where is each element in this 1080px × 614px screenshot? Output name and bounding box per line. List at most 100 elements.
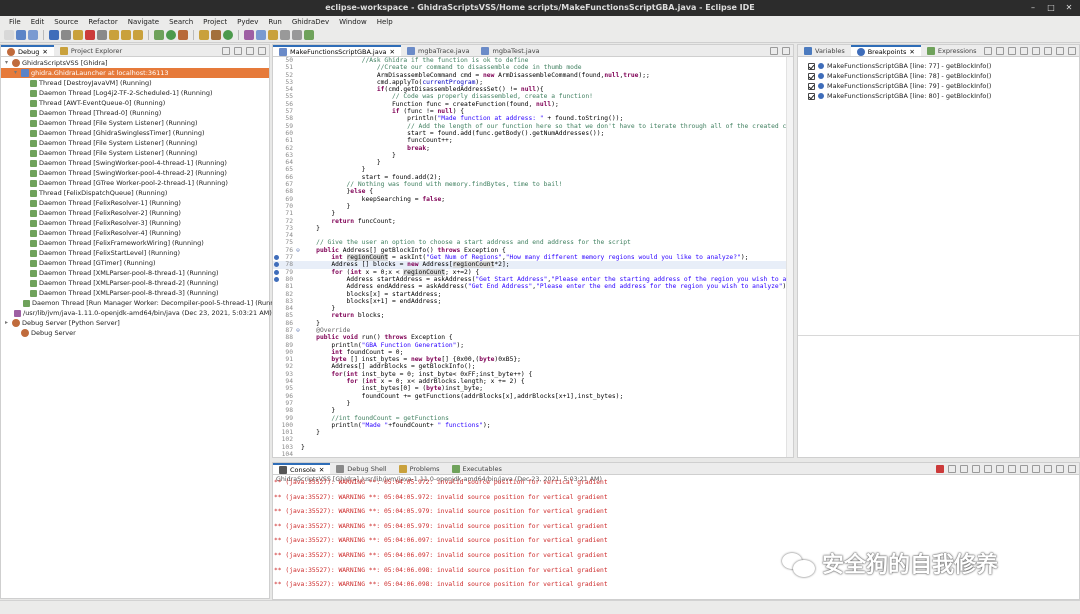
resume-icon[interactable]	[61, 30, 71, 40]
remove-launch-icon[interactable]	[948, 465, 956, 473]
debug-tree-item[interactable]: ▾ GhidraScriptsVSS [Ghidra]	[1, 58, 269, 68]
minimize-icon[interactable]: –	[1028, 0, 1038, 16]
maximize-icon[interactable]: □	[1046, 0, 1056, 16]
code-line[interactable]: 51 //Create our command to disassemble c…	[273, 64, 793, 71]
debug-tree-item[interactable]: Daemon Thread [File System Listener] (Ru…	[1, 148, 269, 158]
code-line[interactable]: 65 }	[273, 166, 793, 173]
debug-tree-item[interactable]: Daemon Thread [FelixResolver-2] (Running…	[1, 208, 269, 218]
debug-tree-item[interactable]: Daemon Thread [FelixResolver-4] (Running…	[1, 228, 269, 238]
menu-help[interactable]: Help	[372, 16, 398, 28]
code-line[interactable]: 66 start = found.add(2);	[273, 174, 793, 181]
code-line[interactable]: 69 keepSearching = false;	[273, 196, 793, 203]
tab-variables[interactable]: Variables	[798, 45, 851, 56]
editor-scrollbar[interactable]	[786, 57, 793, 457]
forward-icon[interactable]	[292, 30, 302, 40]
external-tools-icon[interactable]	[178, 30, 188, 40]
breakpoint-item[interactable]: MakeFunctionsScriptGBA [line: 78] - getB…	[798, 71, 1079, 81]
clear-console-icon[interactable]	[972, 465, 980, 473]
code-line[interactable]: 54 if(cmd.getDisassembledAddressSet() !=…	[273, 86, 793, 93]
debug-tree-item[interactable]: Daemon Thread [Log4j2-TF-2-Scheduled-1] …	[1, 88, 269, 98]
debug-tree-item[interactable]: ▾ ghidra.GhidraLauncher at localhost:3611…	[1, 68, 269, 78]
code-line[interactable]: 84 }	[273, 305, 793, 312]
debug-tree-item[interactable]: Daemon Thread [FelixResolver-1] (Running…	[1, 198, 269, 208]
breakpoint-marker-icon[interactable]	[274, 255, 279, 261]
new-class-icon[interactable]	[223, 30, 233, 40]
new-java-project-icon[interactable]	[199, 30, 209, 40]
code-line[interactable]: 62 break;	[273, 145, 793, 152]
close-icon[interactable]: ✕	[42, 47, 47, 57]
menu-refactor[interactable]: Refactor	[83, 16, 122, 28]
suspend-icon[interactable]	[73, 30, 83, 40]
code-line[interactable]: 93 for(int inst_byte = 0; inst_byte< 0xF…	[273, 371, 793, 378]
code-line[interactable]: 81 Address endAddress = askAddress("Get …	[273, 283, 793, 290]
tab-expressions[interactable]: Expressions	[921, 45, 983, 56]
breakpoint-item[interactable]: MakeFunctionsScriptGBA [line: 77] - getB…	[798, 61, 1079, 71]
code-line[interactable]: 57 if (func != null) {	[273, 108, 793, 115]
remove-all-terminated-icon[interactable]	[960, 465, 968, 473]
pin-editor-icon[interactable]	[304, 30, 314, 40]
save-all-icon[interactable]	[28, 30, 38, 40]
view-menu-icon[interactable]	[234, 47, 242, 55]
tab-debug-shell[interactable]: Debug Shell	[330, 463, 392, 474]
code-line[interactable]: 104	[273, 451, 793, 457]
maximize-view-icon[interactable]	[782, 47, 790, 55]
skip-breakpoints-icon[interactable]	[49, 30, 59, 40]
close-icon[interactable]: ✕	[909, 47, 914, 57]
debug-tree-item[interactable]: /usr/lib/jvm/java-1.11.0-openjdk-amd64/b…	[1, 308, 272, 318]
code-line[interactable]: 95 inst_bytes[0] = (byte)inst_byte;	[273, 385, 793, 392]
breakpoint-item[interactable]: MakeFunctionsScriptGBA [line: 79] - getB…	[798, 81, 1079, 91]
back-icon[interactable]	[280, 30, 290, 40]
code-line[interactable]: 67 // Nothing was found with memory.find…	[273, 181, 793, 188]
word-wrap-icon[interactable]	[996, 465, 1004, 473]
menu-search[interactable]: Search	[164, 16, 198, 28]
debug-tree-item[interactable]: Daemon Thread [FelixStartLevel] (Running…	[1, 248, 269, 258]
code-line[interactable]: 73 }	[273, 225, 793, 232]
code-line[interactable]: 56 Function func = createFunction(found,…	[273, 101, 793, 108]
code-line[interactable]: 100 println("Made "+foundCount+ " functi…	[273, 422, 793, 429]
code-line[interactable]: 63 }	[273, 152, 793, 159]
menu-ghidradev[interactable]: GhidraDev	[287, 16, 334, 28]
code-line[interactable]: 97 }	[273, 400, 793, 407]
breakpoint-detail-divider[interactable]	[798, 335, 1079, 336]
menu-pydev[interactable]: Pydev	[232, 16, 263, 28]
menu-edit[interactable]: Edit	[26, 16, 50, 28]
save-icon[interactable]	[16, 30, 26, 40]
link-with-view-icon[interactable]	[1044, 47, 1052, 55]
tab-console[interactable]: Console ✕	[273, 463, 331, 475]
code-line[interactable]: 76 ⊖ public Address[] getBlockInfo() thro…	[273, 247, 793, 254]
breakpoint-item[interactable]: MakeFunctionsScriptGBA [line: 80] - getB…	[798, 91, 1079, 101]
code-line[interactable]: 79 for (int x = 0;x < regionCount; x+=2)…	[273, 268, 793, 276]
open-console-icon[interactable]	[1044, 465, 1052, 473]
breakpoint-enabled-checkbox[interactable]	[808, 82, 815, 90]
close-icon[interactable]: ✕	[319, 465, 324, 475]
close-icon[interactable]: ✕	[1064, 0, 1074, 16]
debug-tree-item[interactable]: Daemon Thread [File System Listener] (Ru…	[1, 118, 269, 128]
code-line[interactable]: 80 Address startAddress = askAddress("Ge…	[273, 276, 793, 283]
breakpoint-enabled-checkbox[interactable]	[808, 62, 815, 70]
code-line[interactable]: 91 byte [] inst_bytes = new byte[] {0x00…	[273, 356, 793, 363]
maximize-view-icon[interactable]	[258, 47, 266, 55]
minimize-view-icon[interactable]	[1056, 465, 1064, 473]
debug-run-icon[interactable]	[154, 30, 164, 40]
terminate-icon[interactable]	[85, 30, 95, 40]
expanded-twisty-icon[interactable]: ▾	[3, 58, 10, 68]
breakpoint-enabled-checkbox[interactable]	[808, 72, 815, 80]
minimize-view-icon[interactable]	[770, 47, 778, 55]
close-icon[interactable]: ✕	[390, 47, 395, 57]
code-line[interactable]: 78 Address [] blocks = new Address[regio…	[273, 261, 793, 269]
source-code[interactable]: 50 //Ask Ghidra if the function is ok to…	[273, 57, 793, 457]
code-line[interactable]: 59 // Add the length of our function her…	[273, 123, 793, 130]
debug-tree-item[interactable]: Daemon Thread [SwingWorker-pool-4-thread…	[1, 168, 269, 178]
step-over-icon[interactable]	[121, 30, 131, 40]
debug-tree-item[interactable]: Debug Server	[1, 328, 269, 338]
expand-all-icon[interactable]	[1020, 47, 1028, 55]
code-line[interactable]: 88 public void run() throws Exception {	[273, 334, 793, 341]
step-into-icon[interactable]	[109, 30, 119, 40]
code-line[interactable]: 82 blocks[x] = startAddress;	[273, 291, 793, 298]
code-line[interactable]: 60 start = found.add(func.getBody().getN…	[273, 130, 793, 137]
tab-project-explorer[interactable]: Project Explorer	[54, 45, 128, 56]
breakpoint-enabled-checkbox[interactable]	[808, 92, 815, 100]
pin-console-icon[interactable]	[1020, 465, 1028, 473]
show-on-output-icon[interactable]	[1008, 465, 1016, 473]
code-line[interactable]: 52 ArmDisassembleCommand cmd = new ArmDi…	[273, 72, 793, 79]
